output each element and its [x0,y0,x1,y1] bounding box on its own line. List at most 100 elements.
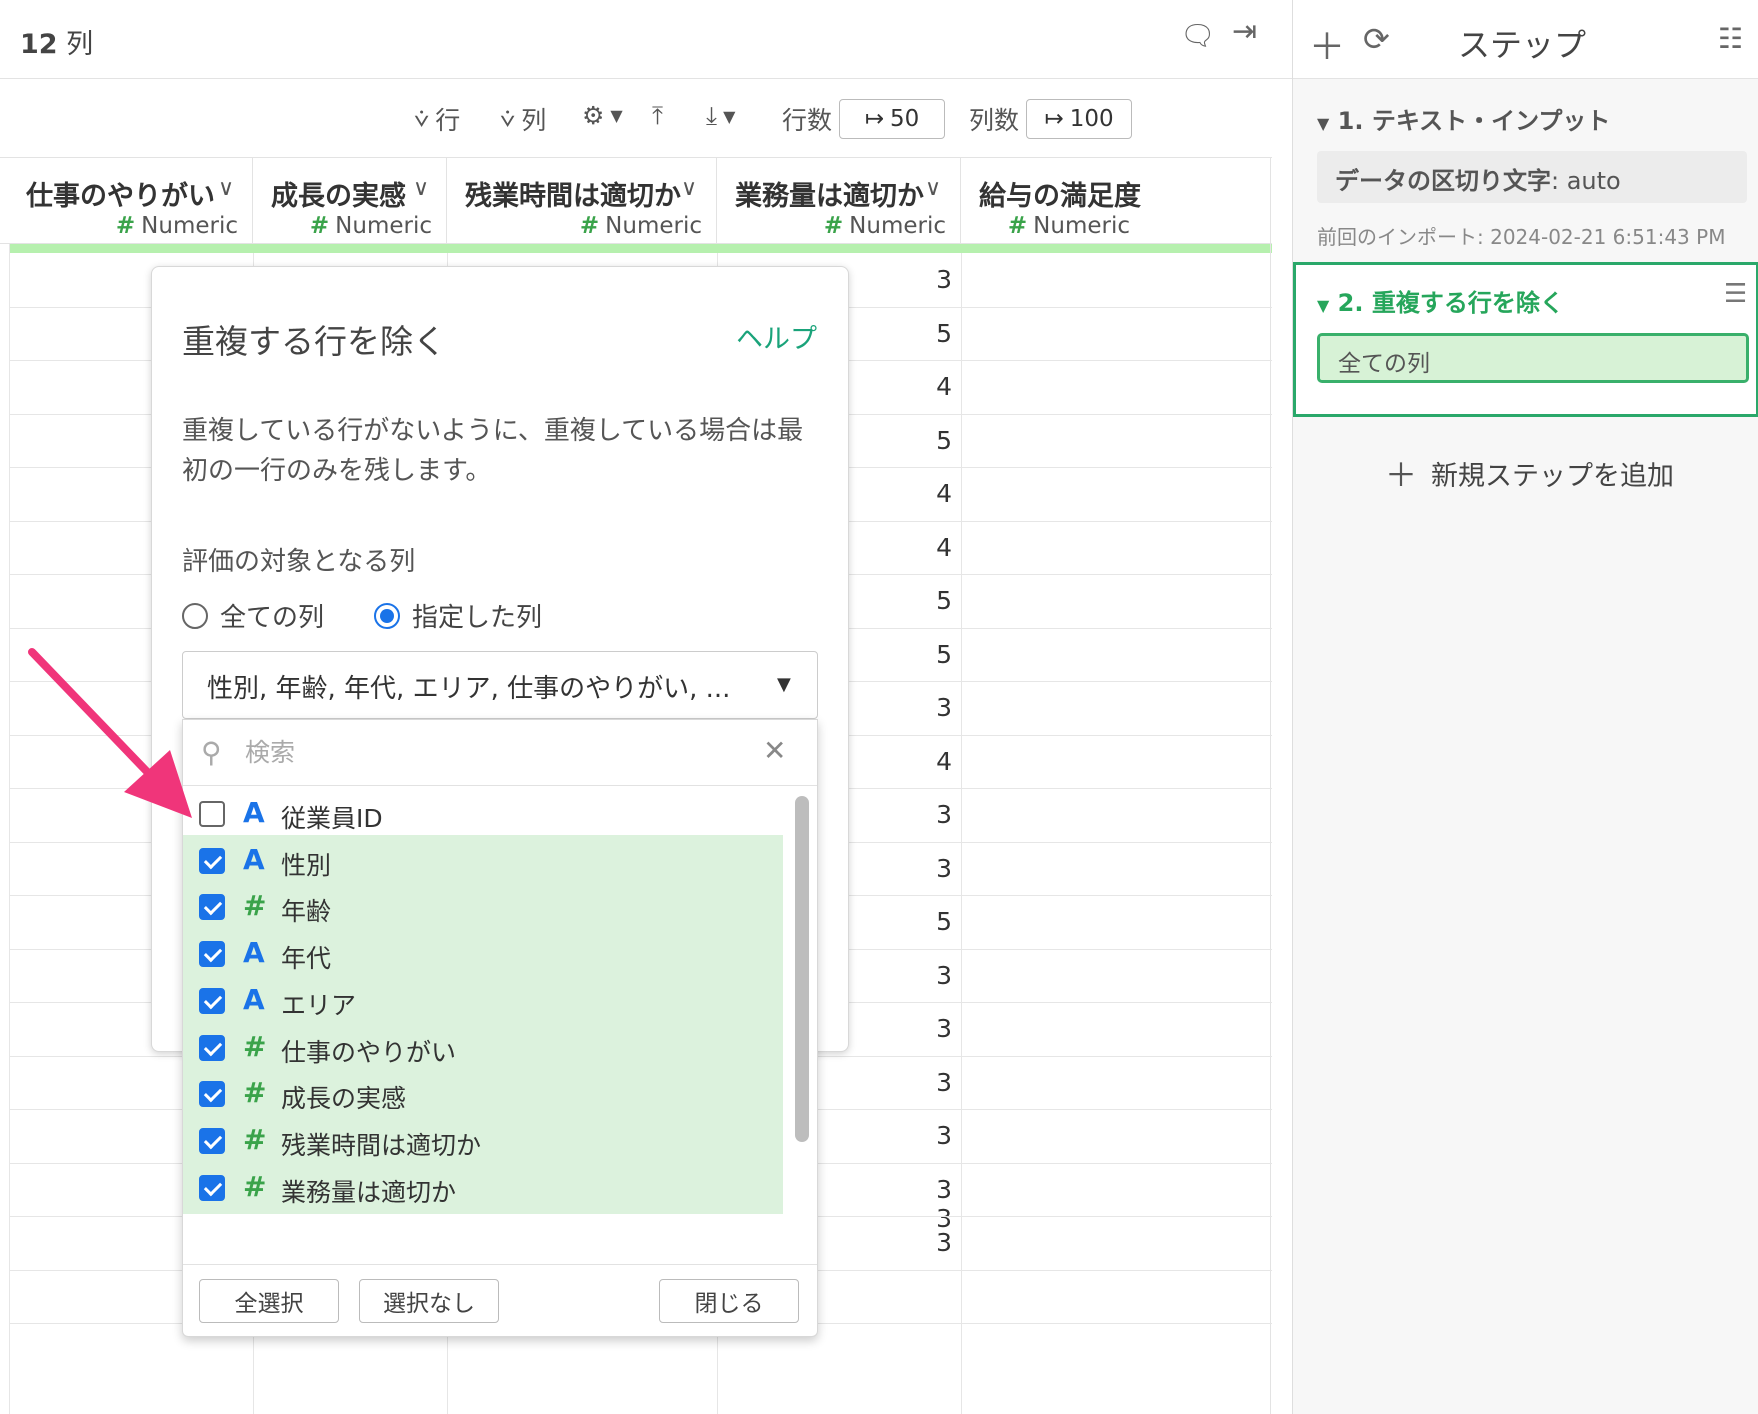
column-option-label: エリア [281,990,357,1020]
table-toolbar: ⩒ 行 ⩒ 列 ⚙ ▼ ⤒ ⤓ ▼ 行数 ↦ 50 列数 ↦ 100 [0,79,1272,157]
column-option[interactable]: A エリア [183,974,783,1027]
table-cell[interactable]: 3 [912,800,952,829]
column-option-label: 仕事のやりがい [281,1037,457,1067]
step-card[interactable]: ▼ 1. テキスト・インプット データの区切り文字: auto 前回のインポート… [1293,79,1758,255]
column-option[interactable]: A 年代 [183,928,783,981]
sliders-icon[interactable]: ☷ [1718,22,1743,55]
table-cell[interactable]: 3 [912,1014,952,1043]
select-none-button[interactable]: 選択なし [359,1279,499,1323]
table-cell[interactable]: 5 [912,586,952,615]
target-columns-label: 評価の対象となる列 [182,547,416,577]
chevron-down-icon[interactable]: ∨ [413,176,429,201]
column-header[interactable]: 残業時間は適切か ∨ # Numeric [447,158,717,245]
column-filter-button[interactable]: ⩒ 列 [500,101,546,137]
checkbox-checked[interactable] [199,987,225,1014]
step-card-active[interactable]: ▼ 2. 重複する行を除く ☰ 全ての列 [1293,262,1758,417]
table-cell[interactable]: 3 [912,961,952,990]
select-all-button[interactable]: 全選択 [199,1279,339,1323]
numeric-type-icon: # [309,213,330,239]
filter-icon: ⩒ [500,104,516,133]
search-input[interactable] [243,734,743,770]
table-cell[interactable]: 3 [912,265,952,294]
table-cell[interactable]: 3 [912,1175,952,1204]
column-option-label: 性別 [281,850,332,880]
table-cell[interactable]: 4 [912,747,952,776]
column-name: 成長の実感 [271,181,406,212]
checkbox-checked[interactable] [199,894,225,921]
table-cell[interactable]: 5 [912,640,952,669]
search-icon: ⚲ [201,736,222,769]
radio-button-selected[interactable] [374,602,400,629]
sort-asc-button[interactable]: ⤒ [652,101,663,131]
checkbox[interactable] [199,801,225,827]
table-cell[interactable]: 5 [912,907,952,936]
plus-icon[interactable]: ＋ [1309,18,1345,70]
column-option[interactable]: # 成長の実感 [183,1068,783,1121]
column-header[interactable]: 業務量は適切か ∨ # Numeric [717,158,961,245]
column-option-label: 業務量は適切か [281,1177,457,1207]
table-cell[interactable]: 4 [912,479,952,508]
comment-icon[interactable]: 🗨︎ [1180,22,1216,50]
close-icon[interactable]: ✕ [763,734,786,767]
table-cell[interactable]: 5 [912,319,952,348]
checkbox-checked[interactable] [199,1127,225,1154]
close-button[interactable]: 閉じる [659,1279,799,1323]
chevron-down-icon[interactable]: ∨ [925,176,941,201]
add-step-button[interactable]: ＋ 新規ステップを追加 [1385,450,1674,496]
caret-down-icon[interactable]: ▼ [777,674,791,695]
column-option[interactable]: A 性別 [183,834,783,887]
radio-button[interactable] [182,602,208,629]
column-header[interactable]: 給与の満足度 # Numeric [961,158,1272,245]
last-import-timestamp: 前回のインポート: 2024-02-21 6:51:43 PM [1317,225,1726,249]
checkbox-checked[interactable] [199,847,225,874]
help-link[interactable]: ヘルプ [736,317,817,356]
table-cell[interactable]: 4 [912,533,952,562]
column-count-unit: 列 [66,29,94,60]
text-type-icon: A [243,842,265,876]
table-header-bar: 12 列 🗨︎ ⇥ [0,0,1292,79]
radio-all-columns[interactable]: 全ての列 [182,597,324,634]
column-option[interactable]: # 年齢 [183,881,783,934]
row-count-input[interactable]: ↦ 50 [839,99,945,139]
chevron-down-icon[interactable]: ∨ [681,176,697,201]
table-cell[interactable]: 3 [912,1228,952,1257]
checkbox-checked[interactable] [199,941,225,968]
column-count-input[interactable]: ↦ 100 [1026,99,1132,139]
checkbox-checked[interactable] [199,1034,225,1061]
table-cell[interactable]: 3 [912,1068,952,1097]
column-select[interactable]: 性別, 年齢, 年代, エリア, 仕事のやりがい, ... ▼ [182,651,818,719]
step-title[interactable]: ▼ 1. テキスト・インプット [1317,101,1610,136]
sort-desc-dropdown-button[interactable]: ⤓ ▼ [706,101,735,131]
step-title[interactable]: ▼ 2. 重複する行を除く [1317,283,1564,318]
column-option-list: A 従業員ID A 性別 # 年齢 A 年代 A エリア # 仕事のやりがい # 成長の実感 # 残業時間は適… [183,786,783,1264]
steps-panel: ＋ ⟳ ステップ ☷ ▼ 1. テキスト・インプット データの区切り文字: au… [1292,0,1758,1414]
column-count-value: 12 [20,29,58,60]
column-option[interactable]: # 仕事のやりがい [183,1021,783,1074]
column-option[interactable]: # 残業時間は適切か [183,1114,783,1167]
plus-icon: ＋ [1385,456,1418,494]
refresh-icon[interactable]: ⟳ [1363,20,1390,58]
column-name: 給与の満足度 [979,181,1141,212]
radio-selected-columns[interactable]: 指定した列 [374,597,542,634]
column-header[interactable]: 仕事のやりがい ∨ # Numeric [10,158,253,245]
table-cell[interactable]: 4 [912,372,952,401]
row-filter-button[interactable]: ⩒ 行 [414,101,460,137]
scrollbar[interactable] [787,786,817,1264]
settings-dropdown-button[interactable]: ⚙ ▼ [582,101,623,130]
column-option[interactable]: # 業務量は適切か [183,1161,783,1214]
scrollbar-thumb[interactable] [795,796,809,1142]
column-option[interactable]: A 従業員ID [183,788,783,840]
table-cell[interactable]: 3 [912,693,952,722]
checkbox-checked[interactable] [199,1081,225,1108]
menu-icon[interactable]: ☰ [1724,279,1747,309]
step-param: データの区切り文字: auto [1317,151,1747,203]
table-cell[interactable]: 5 [912,426,952,455]
chevron-down-icon[interactable]: ∨ [218,176,234,201]
collapse-panel-icon[interactable]: ⇥ [1232,17,1257,47]
column-header[interactable]: 成長の実感 ∨ # Numeric [253,158,447,245]
numeric-type-icon: # [823,213,844,239]
column-option-label: 年齢 [281,897,332,927]
table-cell[interactable]: 3 [912,1121,952,1150]
table-cell[interactable]: 3 [912,854,952,883]
checkbox-checked[interactable] [199,1174,225,1201]
